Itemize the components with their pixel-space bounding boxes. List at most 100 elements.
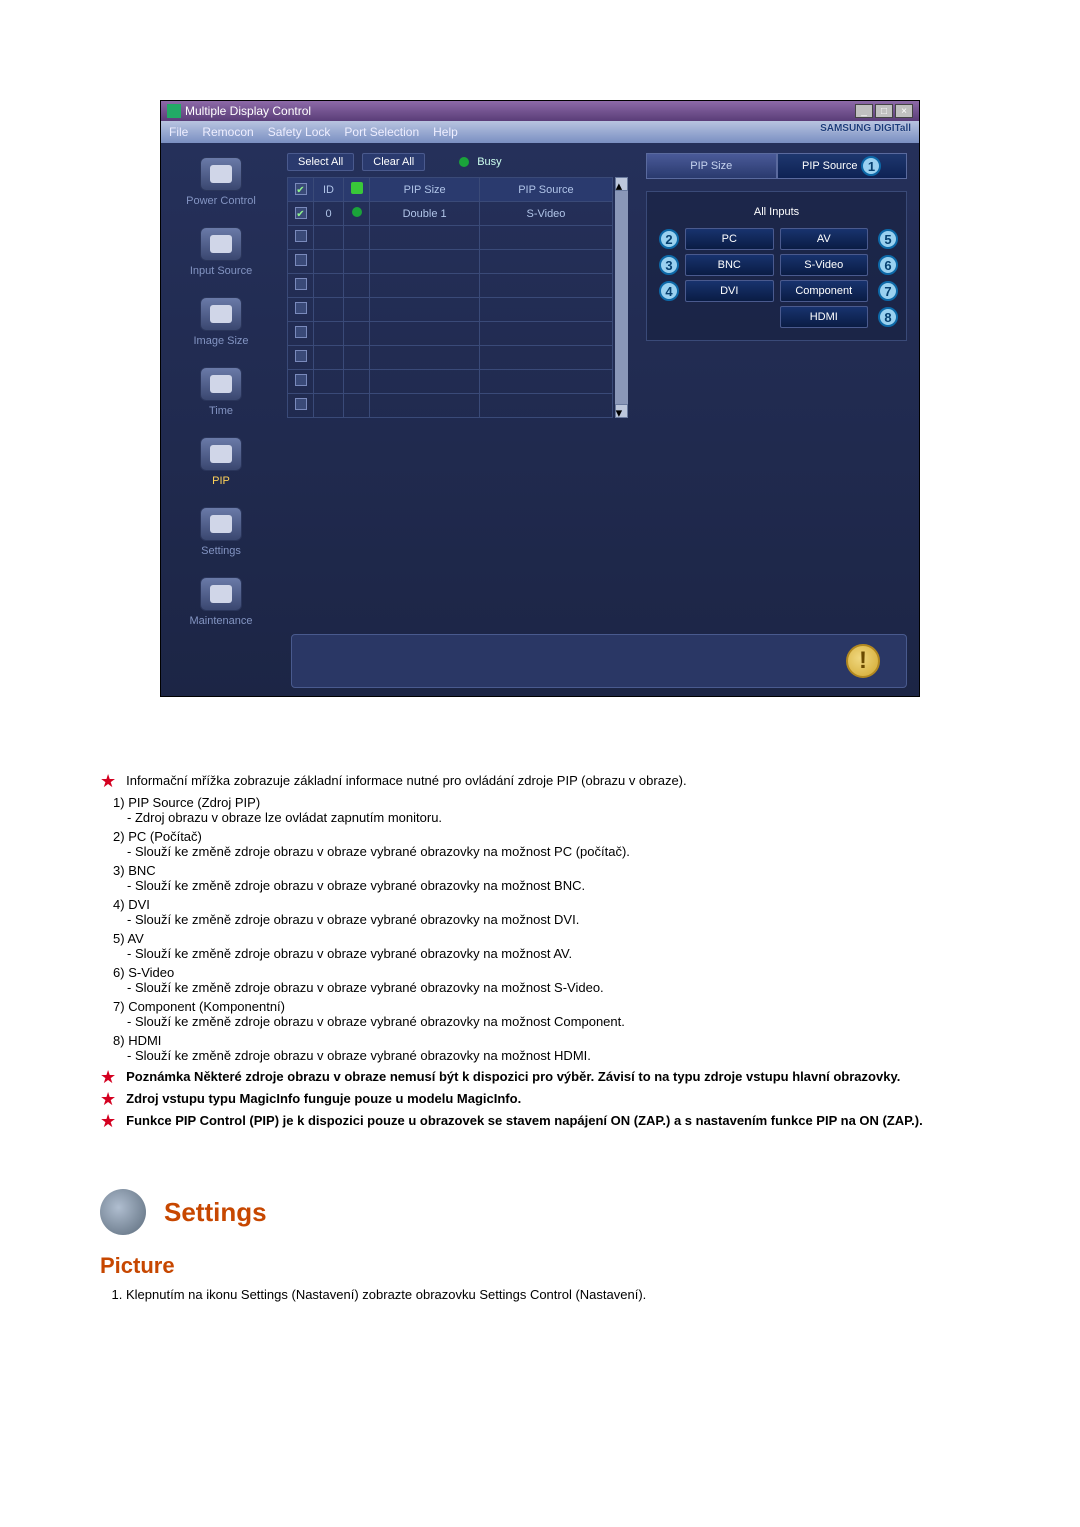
table-row[interactable]: [288, 226, 613, 250]
app-icon: [167, 104, 181, 118]
tab-pip-size[interactable]: PIP Size: [646, 153, 777, 179]
settings-icon: [200, 507, 242, 541]
input-source-icon: [200, 227, 242, 261]
star-note-1: Poznámka Některé zdroje obrazu v obraze …: [126, 1069, 900, 1085]
annotation-4: 4: [659, 281, 679, 301]
power-icon: [200, 157, 242, 191]
time-icon: [200, 367, 242, 401]
col-pipsource[interactable]: PIP Source: [480, 178, 612, 202]
row-checkbox[interactable]: [295, 278, 307, 290]
row-checkbox[interactable]: [295, 350, 307, 362]
busy-indicator-icon: [459, 157, 469, 167]
star-icon: ★: [100, 1113, 116, 1129]
window-title: Multiple Display Control: [185, 104, 311, 118]
annotation-5: 5: [878, 229, 898, 249]
table-row[interactable]: [288, 298, 613, 322]
minimize-button[interactable]: _: [855, 104, 873, 118]
sidebar-item-maintenance[interactable]: Maintenance: [169, 577, 273, 627]
tab-pip-source[interactable]: PIP Source1: [777, 153, 908, 179]
menu-remocon[interactable]: Remocon: [202, 125, 253, 139]
annotation-6: 6: [878, 255, 898, 275]
row-checkbox[interactable]: [295, 254, 307, 266]
step-1: Klepnutím na ikonu Settings (Nastavení) …: [126, 1287, 980, 1302]
titlebar: Multiple Display Control _ □ ×: [161, 101, 919, 121]
menubar: File Remocon Safety Lock Port Selection …: [161, 121, 919, 143]
annotation-3: 3: [659, 255, 679, 275]
row-checkbox[interactable]: [295, 207, 307, 219]
table-row[interactable]: [288, 370, 613, 394]
pip-source-dvi-button[interactable]: DVI: [685, 280, 774, 302]
list-item: 5) AV- Slouží ke změně zdroje obrazu v o…: [113, 931, 980, 961]
annotation-1: 1: [861, 156, 881, 176]
all-inputs-title: All Inputs: [655, 200, 898, 224]
sidebar: Power Control Input Source Image Size Ti…: [161, 143, 281, 641]
row-checkbox[interactable]: [295, 326, 307, 338]
list-item: 7) Component (Komponentní)- Slouží ke zm…: [113, 999, 980, 1029]
menu-safetylock[interactable]: Safety Lock: [268, 125, 331, 139]
table-row[interactable]: [288, 274, 613, 298]
clear-all-button[interactable]: Clear All: [362, 153, 425, 171]
menu-help[interactable]: Help: [433, 125, 458, 139]
pip-source-svideo-button[interactable]: S-Video: [780, 254, 869, 276]
table-row[interactable]: [288, 346, 613, 370]
sidebar-item-imagesize[interactable]: Image Size: [169, 297, 273, 347]
list-item: 3) BNC- Slouží ke změně zdroje obrazu v …: [113, 863, 980, 893]
pip-source-pc-button[interactable]: PC: [685, 228, 774, 250]
gear-icon: [100, 1189, 146, 1235]
sidebar-item-pip[interactable]: PIP: [169, 437, 273, 487]
row-checkbox[interactable]: [295, 302, 307, 314]
col-id[interactable]: ID: [314, 178, 344, 202]
row-checkbox[interactable]: [295, 398, 307, 410]
scroll-down-button[interactable]: ▾: [615, 404, 628, 418]
star-note-2: Zdroj vstupu typu MagicInfo funguje pouz…: [126, 1091, 521, 1107]
pip-source-bnc-button[interactable]: BNC: [685, 254, 774, 276]
image-size-icon: [200, 297, 242, 331]
annotation-2: 2: [659, 229, 679, 249]
pip-source-av-button[interactable]: AV: [780, 228, 869, 250]
row-checkbox[interactable]: [295, 230, 307, 242]
list-item: 2) PC (Počítač)- Slouží ke změně zdroje …: [113, 829, 980, 859]
sidebar-item-time[interactable]: Time: [169, 367, 273, 417]
sub-title-picture: Picture: [100, 1253, 980, 1279]
pip-source-hdmi-button[interactable]: HDMI: [780, 306, 869, 328]
annotation-7: 7: [878, 281, 898, 301]
pip-icon: [200, 437, 242, 471]
display-grid: ID PIP Size PIP Source 0Double 1S-Video: [287, 177, 613, 418]
table-row[interactable]: 0Double 1S-Video: [288, 202, 613, 226]
menu-portselection[interactable]: Port Selection: [344, 125, 419, 139]
grid-scrollbar[interactable]: ▴ ▾: [615, 177, 628, 418]
sidebar-item-power[interactable]: Power Control: [169, 157, 273, 207]
list-item: 4) DVI- Slouží ke změně zdroje obrazu v …: [113, 897, 980, 927]
select-all-button[interactable]: Select All: [287, 153, 354, 171]
col-checkbox[interactable]: [288, 178, 314, 202]
annotation-8: 8: [878, 307, 898, 327]
sidebar-item-input[interactable]: Input Source: [169, 227, 273, 277]
star-icon: ★: [100, 1069, 116, 1085]
info-grid-note: Informační mřížka zobrazuje základní inf…: [126, 773, 687, 789]
star-icon: ★: [100, 1091, 116, 1107]
col-pipsize[interactable]: PIP Size: [370, 178, 480, 202]
alert-icon: !: [846, 644, 880, 678]
section-title-settings: Settings: [164, 1197, 267, 1228]
row-checkbox[interactable]: [295, 374, 307, 386]
busy-label: Busy: [477, 156, 501, 168]
pip-source-component-button[interactable]: Component: [780, 280, 869, 302]
maximize-button[interactable]: □: [875, 104, 893, 118]
table-row[interactable]: [288, 322, 613, 346]
list-item: 6) S-Video- Slouží ke změně zdroje obraz…: [113, 965, 980, 995]
list-item: 1) PIP Source (Zdroj PIP)- Zdroj obrazu …: [113, 795, 980, 825]
star-note-3: Funkce PIP Control (PIP) je k dispozici …: [126, 1113, 923, 1129]
maintenance-icon: [200, 577, 242, 611]
close-button[interactable]: ×: [895, 104, 913, 118]
status-dot-icon: [352, 207, 362, 217]
col-status[interactable]: [344, 178, 370, 202]
star-icon: ★: [100, 773, 116, 789]
scroll-up-button[interactable]: ▴: [615, 177, 628, 191]
table-row[interactable]: [288, 250, 613, 274]
bottom-status-panel: !: [291, 634, 907, 688]
app-window: Multiple Display Control _ □ × File Remo…: [160, 100, 920, 697]
list-item: 8) HDMI- Slouží ke změně zdroje obrazu v…: [113, 1033, 980, 1063]
table-row[interactable]: [288, 394, 613, 418]
sidebar-item-settings[interactable]: Settings: [169, 507, 273, 557]
menu-file[interactable]: File: [169, 125, 188, 139]
